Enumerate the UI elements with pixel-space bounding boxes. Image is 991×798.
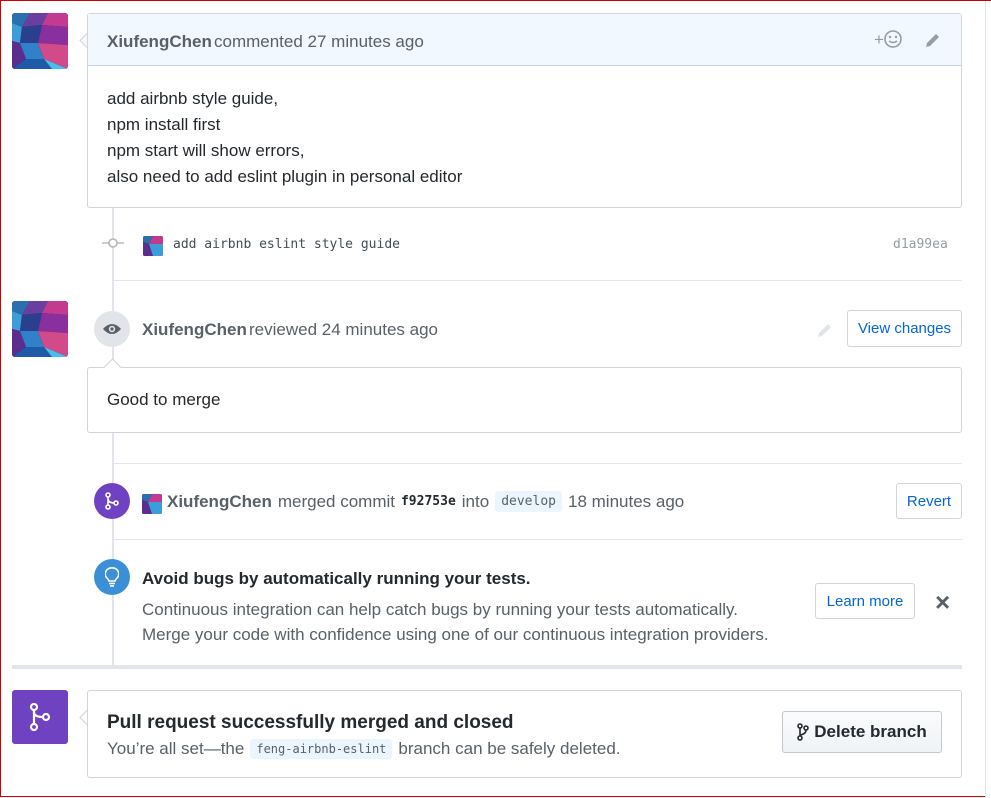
pencil-icon[interactable] <box>816 321 834 344</box>
merge-author[interactable]: XiufengChen <box>167 492 272 512</box>
revert-button[interactable]: Revert <box>896 483 962 519</box>
merge-branch[interactable]: develop <box>495 491 562 512</box>
review-author[interactable]: XiufengChen <box>142 320 247 340</box>
pencil-icon[interactable] <box>924 31 942 54</box>
eye-icon <box>94 311 130 347</box>
commit-row <box>112 280 962 281</box>
merged-text-after: branch can be safely deleted. <box>398 739 621 758</box>
lightbulb-icon <box>94 559 130 595</box>
merged-state-icon <box>12 690 68 744</box>
review-body: Good to merge <box>107 390 221 409</box>
comment-meta[interactable]: commented 27 minutes ago <box>214 32 424 52</box>
ci-line-2: Merge your code with confidence using on… <box>142 625 769 644</box>
timeline-end-bar <box>12 665 962 669</box>
merge-event-text: XiufengChen merged commit f92753e into d… <box>167 491 684 512</box>
merged-title: Pull request successfully merged and clo… <box>107 712 514 733</box>
ci-divider <box>112 539 962 540</box>
commit-sha[interactable]: d1a99ea <box>893 237 948 252</box>
merge-avatar[interactable] <box>142 494 162 514</box>
merged-box: Pull request successfully merged and clo… <box>87 690 962 778</box>
merge-time[interactable]: 18 minutes ago <box>568 492 684 512</box>
view-changes-button[interactable]: View changes <box>847 310 962 347</box>
merge-divider <box>112 463 962 464</box>
review-meta[interactable]: reviewed 24 minutes ago <box>249 320 438 340</box>
review-avatar[interactable] <box>12 301 68 357</box>
ci-title: Avoid bugs by automatically running your… <box>142 569 531 588</box>
comment-header: XiufengChen commented 27 minutes ago + <box>88 14 961 66</box>
commit-message[interactable]: add airbnb eslint style guide <box>173 237 400 252</box>
close-icon[interactable]: × <box>935 589 950 615</box>
comment-line: npm install first <box>107 115 221 134</box>
merged-text-before: You’re all set—the <box>107 739 245 758</box>
comment-body: add airbnb style guide, npm install firs… <box>88 66 961 210</box>
merge-into: into <box>461 491 490 511</box>
timeline-line <box>112 433 114 665</box>
commit-avatar[interactable] <box>143 236 163 256</box>
comment-box: XiufengChen commented 27 minutes ago + a… <box>87 13 962 208</box>
merged-branch-name[interactable]: feng-airbnb-eslint <box>250 739 393 759</box>
review-body-box: Good to merge <box>87 367 962 433</box>
branch-icon <box>797 723 810 741</box>
smiley-add-icon[interactable]: + <box>874 30 902 50</box>
learn-more-button[interactable]: Learn more <box>815 583 915 619</box>
merged-subtitle: You’re all set—the feng-airbnb-eslint br… <box>107 739 621 759</box>
delete-branch-label: Delete branch <box>814 722 927 741</box>
ci-line-1: Continuous integration can help catch bu… <box>142 600 738 619</box>
merge-text: merged commit <box>277 491 395 511</box>
commit-icon <box>102 235 124 256</box>
avatar[interactable] <box>12 13 68 69</box>
timeline-line <box>112 281 114 311</box>
comment-line: also need to add eslint plugin in person… <box>107 167 463 186</box>
comment-line: npm start will show errors, <box>107 141 305 160</box>
merge-icon <box>94 483 130 519</box>
comment-author[interactable]: XiufengChen <box>107 32 212 52</box>
merge-commit-sha[interactable]: f92753e <box>401 494 456 509</box>
right-sidebar-edge <box>985 1 991 798</box>
comment-line: add airbnb style guide, <box>107 89 279 108</box>
delete-branch-button[interactable]: Delete branch <box>782 711 942 753</box>
